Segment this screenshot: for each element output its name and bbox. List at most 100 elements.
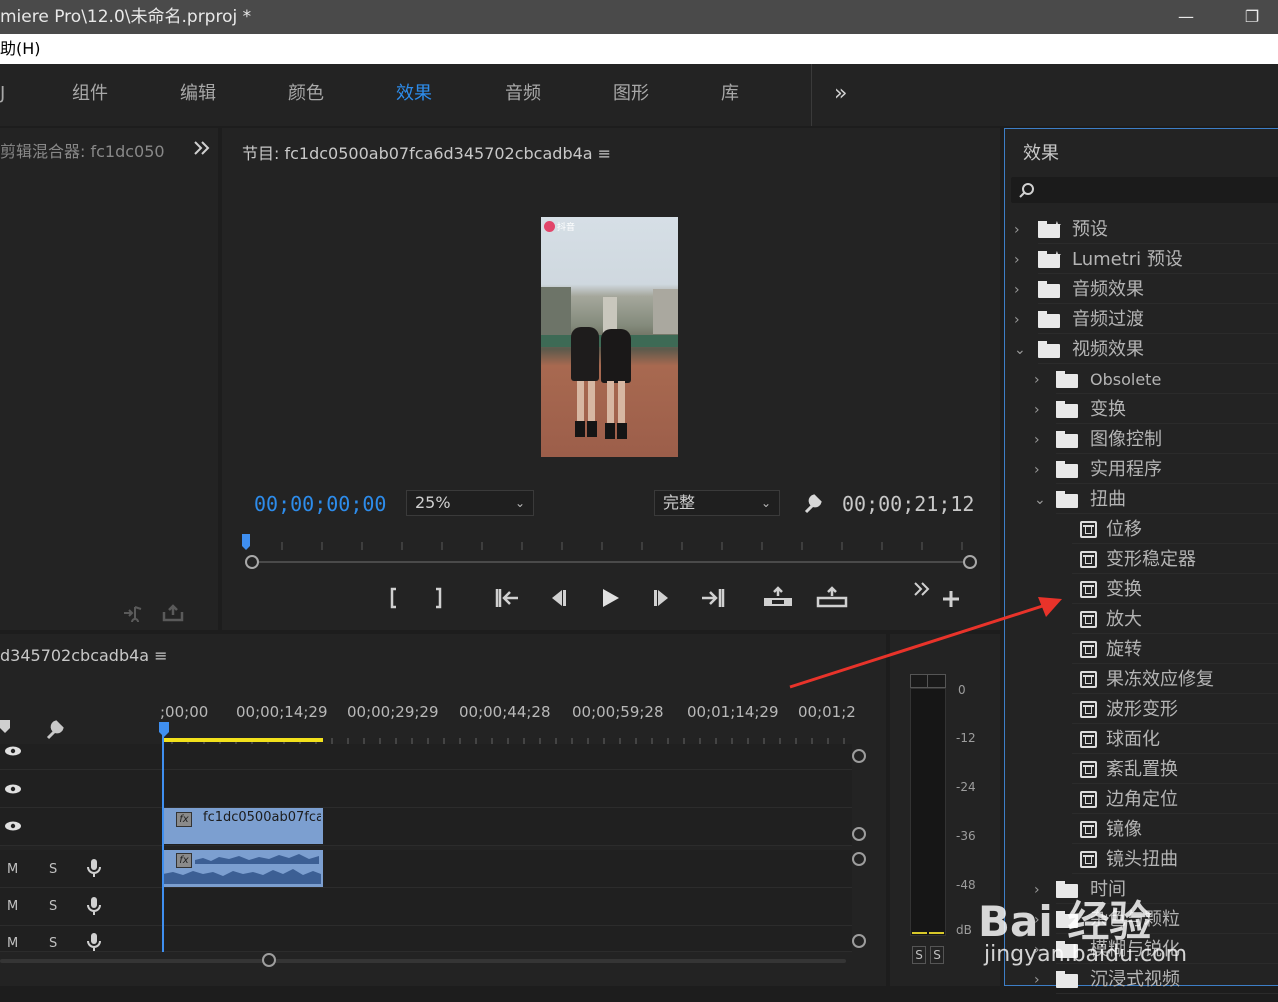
- timeline-ruler[interactable]: [160, 720, 860, 744]
- v-scroll-knob[interactable]: [852, 934, 866, 948]
- program-monitor-title[interactable]: 节目: fc1dc0500ab07fca6d345702cbcadb4a ≡: [242, 140, 611, 164]
- tab-assembly[interactable]: J: [0, 64, 5, 126]
- effect-folder-item[interactable]: › 变换: [1010, 396, 1278, 424]
- playhead-handle[interactable]: [159, 722, 169, 738]
- wrench-icon[interactable]: [802, 492, 824, 514]
- step-back-icon[interactable]: [546, 586, 570, 610]
- tab-libraries[interactable]: 库: [721, 64, 739, 126]
- program-scrubber[interactable]: [238, 530, 980, 574]
- video-track-v3[interactable]: [0, 744, 852, 770]
- quality-dropdown[interactable]: 完整 ⌄: [654, 490, 780, 516]
- effects-search-field[interactable]: [1011, 177, 1278, 203]
- tab-graphics[interactable]: 图形: [613, 64, 649, 126]
- audio-track-a1[interactable]: [0, 850, 852, 888]
- solo-right-button[interactable]: S: [930, 946, 944, 964]
- eye-icon[interactable]: [4, 821, 22, 831]
- eye-icon[interactable]: [4, 746, 22, 756]
- chevron-right-icon[interactable]: ›: [1014, 216, 1020, 244]
- effect-folder-item[interactable]: › 图像控制: [1010, 426, 1278, 454]
- v-scroll-knob[interactable]: [852, 852, 866, 866]
- eye-icon[interactable]: [4, 784, 22, 794]
- solo-left-button[interactable]: S: [912, 946, 926, 964]
- chevron-right-icon[interactable]: ›: [1034, 396, 1040, 424]
- workspace-overflow-icon[interactable]: »: [834, 64, 847, 126]
- current-timecode[interactable]: 00;00;00;00: [254, 492, 386, 516]
- effects-panel-title[interactable]: 效果: [1023, 139, 1059, 165]
- effect-folder-item[interactable]: › ★ Lumetri 预设: [1010, 246, 1278, 274]
- effect-item[interactable]: 镜像: [1010, 816, 1278, 844]
- playhead[interactable]: [162, 722, 164, 952]
- effect-folder-item[interactable]: › 音频过渡: [1010, 306, 1278, 334]
- effect-folder-item[interactable]: › ★ 预设: [1010, 216, 1278, 244]
- timeline-wrench-icon[interactable]: [44, 718, 66, 740]
- mark-in-icon[interactable]: [382, 586, 406, 610]
- effects-search-input[interactable]: [1039, 179, 1269, 201]
- effect-item[interactable]: 边角定位: [1010, 786, 1278, 814]
- effect-folder-item[interactable]: ⌄ 视频效果: [1010, 336, 1278, 364]
- effect-item[interactable]: 球面化: [1010, 726, 1278, 754]
- mark-out-icon[interactable]: [428, 586, 452, 610]
- export-icon[interactable]: [162, 604, 184, 622]
- video-frame[interactable]: 抖音: [541, 217, 678, 457]
- step-forward-icon[interactable]: [650, 586, 674, 610]
- zoom-dropdown[interactable]: 25% ⌄: [406, 490, 534, 516]
- v-scroll-knob[interactable]: [852, 749, 866, 763]
- solo-button[interactable]: S: [49, 899, 57, 914]
- effect-item[interactable]: 位移: [1010, 516, 1278, 544]
- restore-button[interactable]: ❐: [1232, 0, 1272, 34]
- chevron-right-icon[interactable]: ›: [1014, 276, 1020, 304]
- solo-button[interactable]: S: [49, 862, 57, 877]
- tab-effects[interactable]: 效果: [396, 64, 432, 126]
- chevron-right-icon[interactable]: ›: [1034, 456, 1040, 484]
- program-monitor: 节目: fc1dc0500ab07fca6d345702cbcadb4a ≡ 抖…: [222, 128, 1000, 630]
- chevron-down-icon[interactable]: ⌄: [1014, 336, 1026, 364]
- chevron-right-icon[interactable]: ›: [1014, 306, 1020, 334]
- mute-button[interactable]: M: [7, 899, 18, 914]
- tab-assembly-components[interactable]: 组件: [72, 64, 108, 126]
- effect-folder-item[interactable]: ⌄ 扭曲: [1010, 486, 1278, 514]
- h-scroll-knob[interactable]: [262, 953, 276, 967]
- video-track-v2[interactable]: [0, 770, 852, 808]
- tab-color[interactable]: 颜色: [288, 64, 324, 126]
- effect-folder-item[interactable]: › 音频效果: [1010, 276, 1278, 304]
- chevron-right-icon[interactable]: ›: [1034, 426, 1040, 454]
- mute-button[interactable]: M: [7, 862, 18, 877]
- v-scroll-knob[interactable]: [852, 827, 866, 841]
- microphone-icon[interactable]: [87, 858, 101, 878]
- effect-folder-item[interactable]: › Obsolete: [1010, 366, 1278, 394]
- h-scrollbar[interactable]: [0, 959, 846, 963]
- chevron-right-icon[interactable]: ›: [1014, 246, 1020, 274]
- clip-mixer-title[interactable]: 剪辑混合器: fc1dc050: [0, 138, 165, 162]
- microphone-icon[interactable]: [87, 932, 101, 952]
- chevron-right-icon[interactable]: ›: [1034, 366, 1040, 394]
- effect-item-label: 波形变形: [1106, 699, 1178, 720]
- effect-item[interactable]: 镜头扭曲: [1010, 846, 1278, 874]
- effect-item[interactable]: 变形稳定器: [1010, 546, 1278, 574]
- tab-audio[interactable]: 音频: [505, 64, 541, 126]
- marker-icon[interactable]: [0, 720, 12, 734]
- go-to-in-icon[interactable]: [494, 586, 520, 610]
- effect-item[interactable]: 波形变形: [1010, 696, 1278, 724]
- ruler-label: 00;01;14;29: [687, 703, 779, 721]
- effect-folder-item[interactable]: › 实用程序: [1010, 456, 1278, 484]
- audio-track-a2[interactable]: [0, 888, 852, 926]
- play-icon[interactable]: [598, 586, 622, 610]
- chevron-down-icon[interactable]: ⌄: [1034, 486, 1046, 514]
- microphone-icon[interactable]: [87, 896, 101, 916]
- minimize-button[interactable]: —: [1166, 0, 1206, 34]
- audio-insert-icon[interactable]: [122, 604, 144, 622]
- audio-track-a3[interactable]: [0, 926, 852, 952]
- mute-button[interactable]: M: [7, 936, 18, 951]
- video-clip[interactable]: fx fc1dc0500ab07fca6: [163, 808, 323, 844]
- go-to-out-icon[interactable]: [700, 586, 726, 610]
- effect-item[interactable]: 紊乱置换: [1010, 756, 1278, 784]
- audio-clip[interactable]: fx: [163, 850, 323, 887]
- timeline-title[interactable]: d345702cbcadb4a ≡: [0, 646, 168, 665]
- menu-help[interactable]: 助(H): [0, 34, 41, 64]
- video-track-v1[interactable]: [0, 808, 852, 846]
- ruler-label: 00;00;29;29: [347, 703, 439, 721]
- panel-overflow-icon[interactable]: [194, 141, 210, 155]
- effect-item-label: 镜头扭曲: [1106, 849, 1178, 870]
- tab-editing[interactable]: 编辑: [180, 64, 216, 126]
- solo-button[interactable]: S: [49, 936, 57, 951]
